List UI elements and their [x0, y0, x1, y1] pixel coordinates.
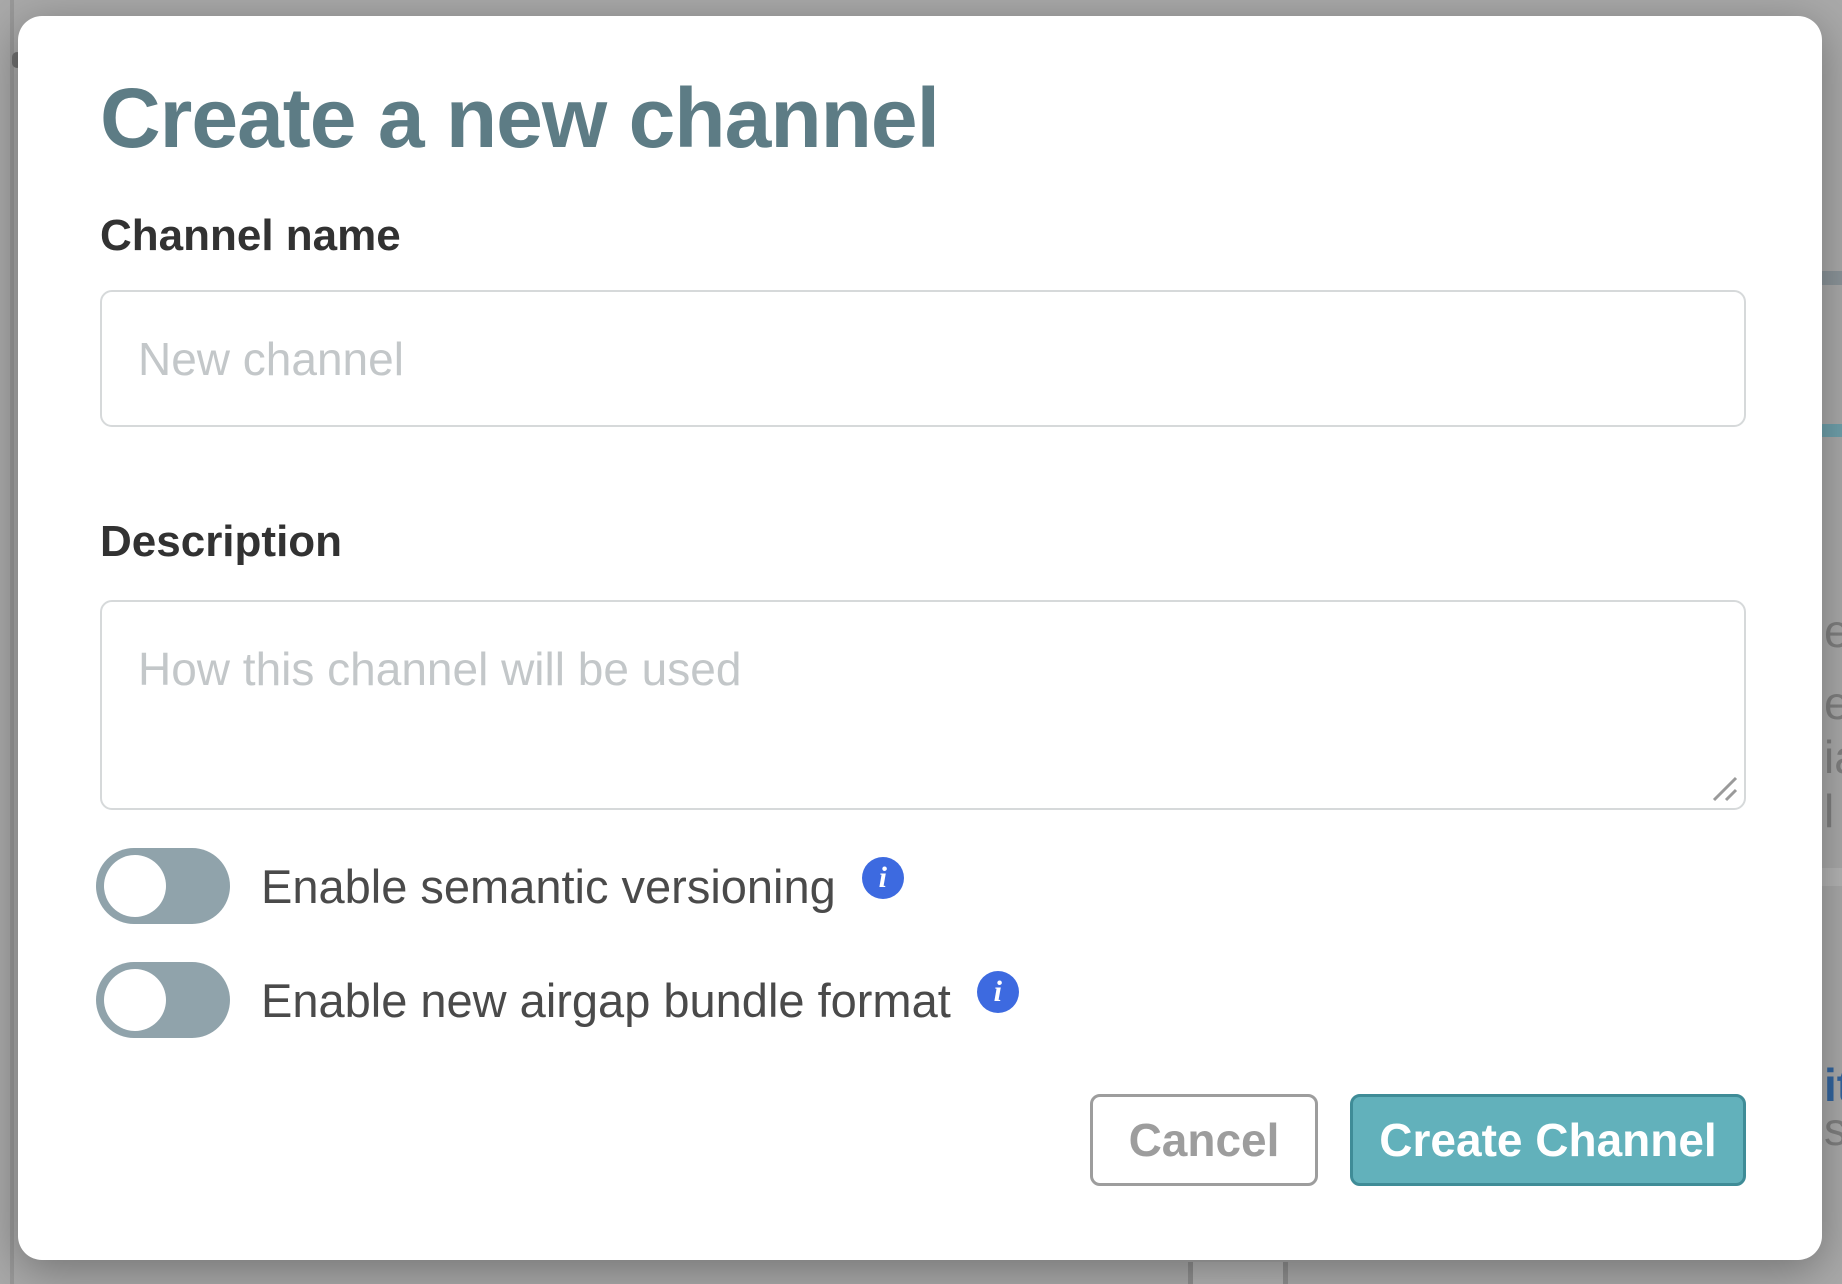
channel-name-input[interactable]: [100, 290, 1746, 427]
background-row-separator: [1822, 868, 1842, 886]
background-teal-accent: [1822, 424, 1842, 437]
background-link-fragment: it: [1824, 1062, 1842, 1108]
cancel-button[interactable]: Cancel: [1090, 1094, 1318, 1186]
textarea-resize-handle-icon[interactable]: [1704, 768, 1738, 802]
airgap-bundle-label: Enable new airgap bundle format: [261, 977, 951, 1024]
semantic-versioning-toggle[interactable]: [96, 848, 230, 924]
toggle-knob: [104, 969, 166, 1031]
info-icon[interactable]: i: [862, 857, 904, 899]
info-icon[interactable]: i: [977, 971, 1019, 1013]
background-page-edge: [10, 0, 14, 1284]
semantic-versioning-row: Enable semantic versioning i: [96, 848, 904, 924]
channel-name-label: Channel name: [100, 214, 401, 258]
background-button-edge: [1283, 1262, 1288, 1284]
background-button-fragment: [1193, 1262, 1283, 1284]
modal-title: Create a new channel: [100, 72, 939, 164]
background-header-band: [1822, 271, 1842, 285]
semantic-versioning-label: Enable semantic versioning: [261, 863, 836, 910]
description-label: Description: [100, 520, 342, 564]
description-textarea[interactable]: [100, 600, 1746, 810]
airgap-bundle-toggle[interactable]: [96, 962, 230, 1038]
toggle-knob: [104, 855, 166, 917]
create-channel-modal: Create a new channel Channel name Descri…: [18, 16, 1822, 1260]
background-text-fragment: l: [1824, 788, 1834, 834]
modal-footer: Cancel Create Channel: [1090, 1094, 1746, 1186]
background-text-fragment: e: [1824, 608, 1842, 654]
background-text-fragment: ia: [1824, 734, 1842, 780]
background-text-fragment: e: [1824, 680, 1842, 726]
description-field-wrap: [100, 600, 1746, 810]
create-channel-button[interactable]: Create Channel: [1350, 1094, 1746, 1186]
airgap-bundle-row: Enable new airgap bundle format i: [96, 962, 1019, 1038]
background-text-fragment: s: [1824, 1106, 1842, 1152]
